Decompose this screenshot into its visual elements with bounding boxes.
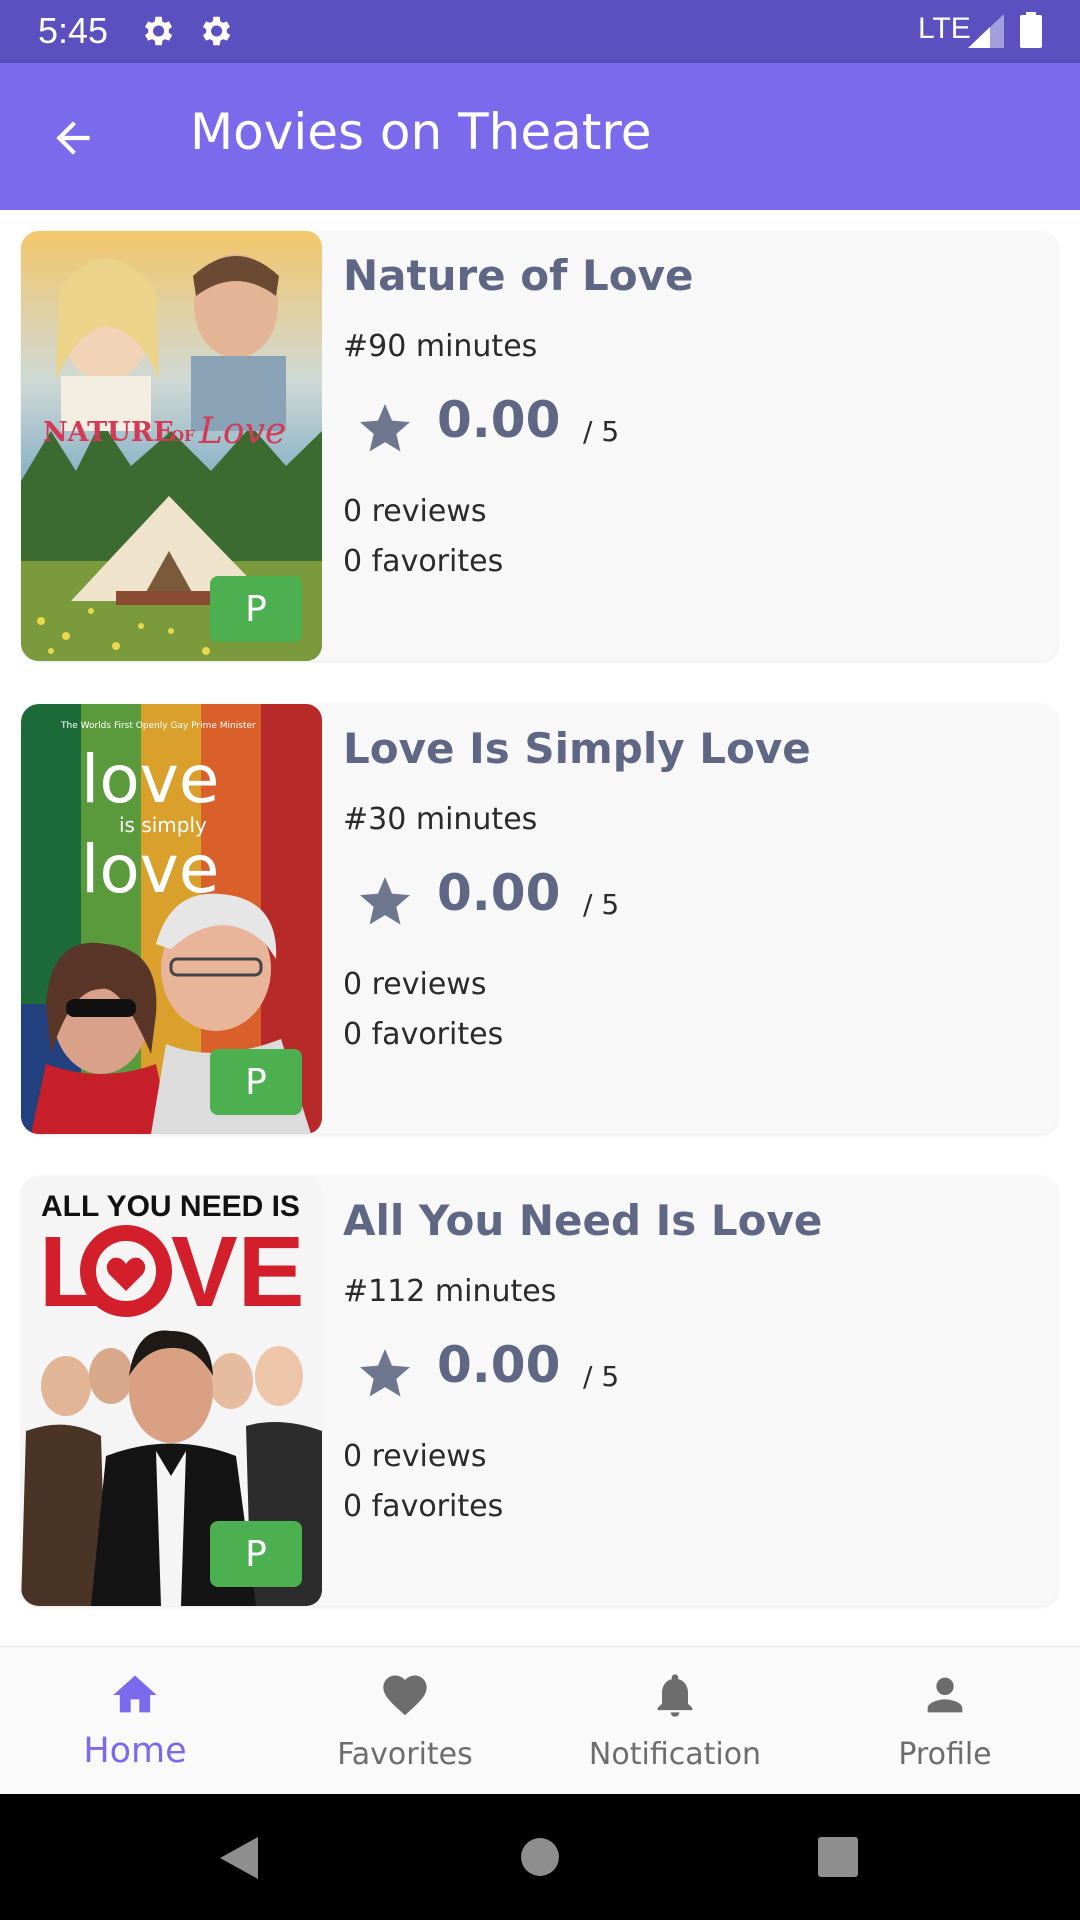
svg-text:VE: VE (171, 1216, 304, 1328)
bell-icon (657, 1674, 693, 1717)
reviews-count: 0 reviews (343, 967, 487, 1002)
nav-home-label: Home (83, 1731, 187, 1771)
star-icon (360, 877, 410, 925)
settings-gear-icon (202, 16, 231, 46)
screen: 5:45 LTE Movies on Theatre NATURE OF Lov… (0, 0, 1080, 1920)
status-bar: 5:45 LTE (0, 0, 1080, 63)
movie-title: All You Need Is Love (343, 1196, 823, 1245)
movie-title: Love Is Simply Love (343, 724, 811, 773)
nav-notification-label: Notification (588, 1737, 762, 1772)
system-back-icon[interactable] (218, 1835, 260, 1881)
page-title: Movies on Theatre (190, 103, 652, 161)
favorites-count: 0 favorites (343, 1489, 504, 1524)
battery-icon (1020, 12, 1042, 48)
nav-profile-label: Profile (898, 1737, 992, 1772)
arrow-back-icon (56, 121, 90, 155)
star-icon (360, 1349, 410, 1397)
movie-duration: #112 minutes (343, 1274, 557, 1309)
rating-value: 0.00 (437, 864, 561, 922)
app-bar: Movies on Theatre (0, 63, 1080, 210)
movie-poster: NATURE OF Love P (21, 231, 322, 661)
system-recents-icon[interactable] (818, 1837, 858, 1877)
star-icon (360, 404, 410, 452)
movie-duration: #90 minutes (343, 329, 538, 364)
rating-badge: P (210, 576, 302, 642)
nav-notification[interactable]: Notification (540, 1647, 810, 1795)
rating-value: 0.00 (437, 391, 561, 449)
rating-badge: P (210, 1521, 302, 1587)
reviews-count: 0 reviews (343, 1439, 487, 1474)
movie-card[interactable]: NATURE OF Love P Nature of Love #90 minu… (21, 231, 1058, 661)
reviews-count: 0 reviews (343, 494, 487, 529)
nav-home[interactable]: Home (0, 1647, 270, 1795)
rating-max: / 5 (583, 415, 620, 448)
settings-gear-icon (144, 16, 173, 46)
person-icon (927, 1677, 963, 1713)
movie-duration: #30 minutes (343, 802, 538, 837)
favorites-count: 0 favorites (343, 544, 504, 579)
poster-title-text: NATURE (43, 417, 174, 448)
svg-text:love: love (81, 741, 219, 818)
nav-profile[interactable]: Profile (810, 1647, 1080, 1795)
system-home-icon[interactable] (520, 1837, 560, 1877)
movie-poster: ALL YOU NEED IS L VE P (21, 1176, 322, 1606)
network-type: LTE (918, 12, 971, 45)
nav-favorites[interactable]: Favorites (270, 1647, 540, 1795)
back-button[interactable] (42, 107, 104, 169)
system-navigation-bar (0, 1794, 1080, 1920)
heart-icon (383, 1675, 427, 1716)
rating-value: 0.00 (437, 1336, 561, 1394)
rating-badge: P (210, 1049, 302, 1115)
rating-max: / 5 (583, 888, 620, 921)
movie-poster: The Worlds First Openly Gay Prime Minist… (21, 704, 322, 1134)
movie-title: Nature of Love (343, 251, 694, 300)
svg-text:Love: Love (198, 411, 286, 452)
svg-text:OF: OF (171, 427, 195, 445)
nav-favorites-label: Favorites (337, 1737, 473, 1772)
home-icon (113, 1675, 157, 1713)
movie-card[interactable]: The Worlds First Openly Gay Prime Minist… (21, 704, 1058, 1134)
favorites-count: 0 favorites (343, 1017, 504, 1052)
signal-icon (968, 14, 1004, 48)
movie-card[interactable]: ALL YOU NEED IS L VE P All You Need Is L… (21, 1176, 1058, 1606)
poster-tagline: The Worlds First Openly Gay Prime Minist… (60, 721, 256, 731)
movie-list[interactable]: NATURE OF Love P Nature of Love #90 minu… (0, 210, 1080, 1646)
rating-max: / 5 (583, 1360, 620, 1393)
bottom-navigation: Home Favorites Notification Profile (0, 1646, 1080, 1794)
status-time: 5:45 (38, 10, 109, 51)
